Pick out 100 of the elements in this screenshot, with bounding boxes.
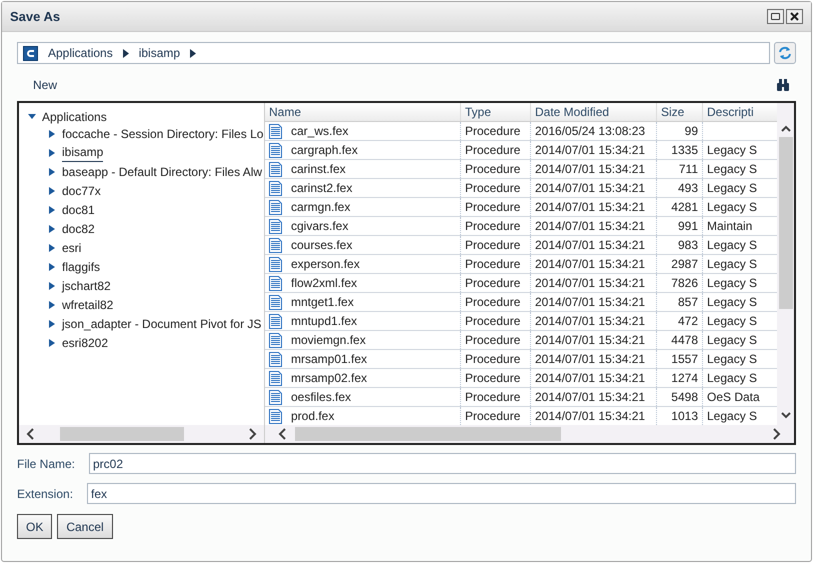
file-name-cell[interactable]: flow2xml.fex xyxy=(291,274,358,292)
tree-item[interactable]: jschart82 xyxy=(62,276,111,294)
collapsed-arrow-icon[interactable] xyxy=(48,224,56,232)
expanded-arrow-icon[interactable] xyxy=(28,113,36,121)
document-icon xyxy=(269,332,282,348)
scrollbar-thumb[interactable] xyxy=(778,137,792,309)
file-name-cell[interactable]: mrsamp02.fex xyxy=(291,369,368,387)
table-cell-text: OeS Data xyxy=(707,389,760,406)
table-cell-text: Legacy S xyxy=(707,408,758,425)
horizontal-scrollbar[interactable] xyxy=(19,425,264,443)
extension-field[interactable]: fex xyxy=(87,483,796,504)
document-icon xyxy=(269,294,282,310)
collapsed-arrow-icon[interactable] xyxy=(48,282,56,290)
tree-item[interactable]: esri8202 xyxy=(62,334,108,352)
tree-item[interactable]: doc82 xyxy=(62,220,95,238)
table-cell-text: Legacy S xyxy=(707,370,758,387)
column-header[interactable]: Type xyxy=(461,103,531,121)
table-cell-text: 2016/05/24 13:08:23 xyxy=(535,123,646,140)
scrollbar-thumb[interactable] xyxy=(295,427,561,441)
collapsed-arrow-icon[interactable] xyxy=(48,206,56,214)
table-cell-text: 2014/07/01 15:34:21 xyxy=(535,351,646,368)
close-button[interactable] xyxy=(786,9,803,24)
collapsed-arrow-icon[interactable] xyxy=(48,300,56,308)
table-cell-text: 1335 xyxy=(671,142,698,159)
binoculars-icon[interactable] xyxy=(776,78,790,92)
table-cell-text: 857 xyxy=(678,294,698,311)
tree-item[interactable]: json_adapter - Document Pivot for JS xyxy=(62,314,262,332)
breadcrumb-item[interactable]: Applications xyxy=(48,44,113,62)
file-name-cell[interactable]: moviemgn.fex xyxy=(291,331,366,349)
file-name-cell[interactable]: mntget1.fex xyxy=(291,293,354,311)
breadcrumb-item[interactable]: ibisamp xyxy=(138,44,180,62)
table-cell-text: 2014/07/01 15:34:21 xyxy=(535,275,646,292)
document-icon xyxy=(269,180,282,196)
table-cell-text: 1557 xyxy=(671,351,698,368)
breadcrumb-arrow-icon xyxy=(190,48,196,58)
tree-item[interactable]: flaggifs xyxy=(62,258,100,276)
column-header[interactable]: Date Modified xyxy=(531,103,657,121)
document-icon xyxy=(269,352,282,366)
app-logo-icon xyxy=(23,46,38,60)
table-cell-text: 472 xyxy=(678,313,698,330)
table-cell-text: Procedure xyxy=(465,123,520,140)
new-button[interactable]: New xyxy=(33,76,58,94)
close-icon xyxy=(790,12,799,21)
file-name-field[interactable]: prc02 xyxy=(89,453,796,474)
restore-button[interactable] xyxy=(767,9,784,24)
collapsed-arrow-icon[interactable] xyxy=(48,168,56,176)
scroll-right-icon[interactable] xyxy=(248,428,258,440)
collapsed-arrow-icon[interactable] xyxy=(48,186,56,194)
table-cell-text: 983 xyxy=(678,237,698,254)
file-name-cell[interactable]: prod.fex xyxy=(291,407,334,425)
table-cell-text: Maintain xyxy=(707,218,752,235)
field-label: Extension: xyxy=(17,486,74,502)
refresh-button[interactable] xyxy=(774,42,796,64)
horizontal-scrollbar[interactable] xyxy=(265,425,794,443)
collapsed-arrow-icon[interactable] xyxy=(48,262,56,270)
tree-item[interactable]: Applications xyxy=(42,108,107,126)
file-name-cell[interactable]: cargraph.fex xyxy=(291,141,358,159)
tree-item[interactable]: foccache - Session Directory: Files Lo xyxy=(62,124,264,142)
vertical-scrollbar[interactable] xyxy=(777,103,794,425)
dialog-button[interactable]: Cancel xyxy=(57,514,113,539)
tree-item[interactable]: esri xyxy=(62,238,82,256)
document-icon xyxy=(269,162,282,176)
table-cell-text: 991 xyxy=(678,218,698,235)
collapsed-arrow-icon[interactable] xyxy=(48,320,56,328)
file-name-cell[interactable]: carinst2.fex xyxy=(291,179,352,197)
file-name-cell[interactable]: carinst.fex xyxy=(291,160,346,178)
scroll-right-icon[interactable] xyxy=(772,428,782,440)
tree-item[interactable]: wfretail82 xyxy=(62,296,114,314)
tree-item[interactable]: ibisamp xyxy=(62,143,104,162)
collapsed-arrow-icon[interactable] xyxy=(48,244,56,252)
file-name-cell[interactable]: car_ws.fex xyxy=(291,122,348,140)
file-name-cell[interactable]: mrsamp01.fex xyxy=(291,350,368,368)
document-icon xyxy=(269,390,282,404)
file-name-cell[interactable]: courses.fex xyxy=(291,236,352,254)
scrollbar-thumb[interactable] xyxy=(60,427,184,441)
table-cell-text: 2014/07/01 15:34:21 xyxy=(535,237,646,254)
table-cell-text: Legacy S xyxy=(707,351,758,368)
tree-item[interactable]: doc81 xyxy=(62,200,95,218)
column-header[interactable]: Size xyxy=(657,103,703,121)
file-name-cell[interactable]: oesfiles.fex xyxy=(291,388,352,406)
scroll-left-icon[interactable] xyxy=(277,428,287,440)
table-cell-text: 2987 xyxy=(671,256,698,273)
tree-item[interactable]: doc77x xyxy=(62,182,101,200)
table-cell-text: 2014/07/01 15:34:21 xyxy=(535,389,646,406)
collapsed-arrow-icon[interactable] xyxy=(48,338,56,346)
collapsed-arrow-icon[interactable] xyxy=(48,130,56,138)
file-name-cell[interactable]: cgivars.fex xyxy=(291,217,348,235)
table-cell-text: Procedure xyxy=(465,161,520,178)
file-name-cell[interactable]: mntupd1.fex xyxy=(291,312,358,330)
scroll-left-icon[interactable] xyxy=(25,428,35,440)
column-header[interactable]: Name xyxy=(265,103,461,121)
file-name-cell[interactable]: carmgn.fex xyxy=(291,198,350,216)
dialog-button[interactable]: OK xyxy=(17,514,52,539)
table-cell-text: 1013 xyxy=(671,408,698,425)
tree-item[interactable]: baseapp - Default Directory: Files Alw xyxy=(62,162,262,180)
table-cell-text: 7826 xyxy=(671,275,698,292)
table-cell-text: 4478 xyxy=(671,332,698,349)
table-cell-text: Legacy S xyxy=(707,294,758,311)
file-name-cell[interactable]: experson.fex xyxy=(291,255,360,273)
collapsed-arrow-icon[interactable] xyxy=(48,148,56,156)
